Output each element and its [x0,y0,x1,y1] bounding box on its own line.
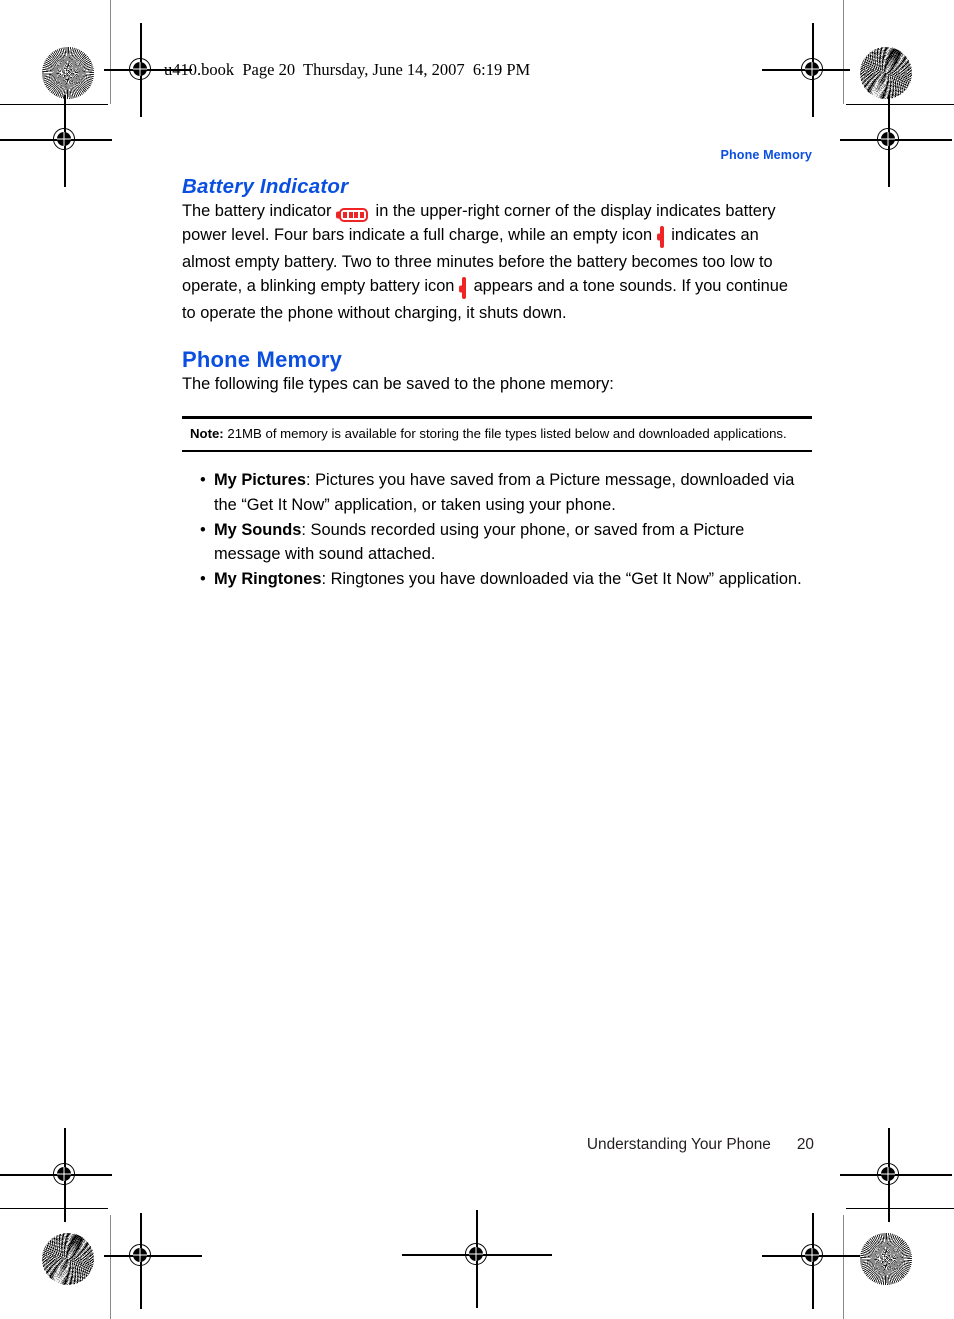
note-message: 21MB of memory is available for storing … [227,425,787,441]
battery-paragraph-part-1: The battery indicator [182,201,332,220]
trim-line-bottom-left-horizontal [0,1208,108,1210]
registration-target-right-upper [840,95,952,187]
registration-target-left-upper [0,95,112,187]
trim-line-top-left-vertical [110,0,112,104]
note-rule-bottom [182,449,812,453]
heading-phone-memory: Phone Memory [182,346,343,372]
page-content: Battery Indicator The battery indicator … [182,175,814,592]
registration-target-right-lower [840,1128,952,1222]
list-item-term: My Pictures [214,471,307,490]
list-item: • My Pictures: Pictures you have saved fr… [200,468,814,517]
trim-line-top-left-horizontal [0,104,108,106]
file-types-list: • My Pictures: Pictures you have saved fr… [182,468,814,591]
battery-full-icon [335,207,368,222]
note-box: Note: 21MB of memory is available for st… [182,416,812,453]
file-stamp: u410.book Page 20 Thursday, June 14, 200… [164,60,531,79]
paragraph-battery-indicator: The battery indicator in the upper-right… [182,199,792,326]
list-item-separator: : [301,520,311,539]
list-item-separator: : [306,471,316,490]
list-item-separator: : [321,569,331,588]
list-item-description: Ringtones you have downloaded via the “G… [330,569,802,588]
bullet-glyph: • [200,520,206,539]
registration-target-bottom-center [402,1210,552,1308]
registration-target-bottom-left-inner [104,1213,202,1309]
screen-angle-burst-mark-top-left [42,47,94,99]
footer-chapter-title: Understanding Your Phone [586,1136,771,1153]
screen-angle-burst-mark-bottom-right [860,1233,912,1285]
battery-empty-blinking-icon [459,276,466,301]
list-item-term: My Sounds [214,520,302,539]
trim-line-top-right-horizontal [846,104,954,106]
trim-line-bottom-left-vertical [110,1215,112,1319]
footer-page-number: 20 [796,1136,814,1153]
heading-battery-indicator: Battery Indicator [182,175,349,198]
registration-target-left-lower [0,1128,112,1222]
bullet-glyph: • [200,569,206,588]
note-label: Note: [190,425,224,441]
battery-empty-icon [656,225,664,250]
page-footer: Understanding Your Phone 20 [0,1136,954,1154]
paragraph-file-types-intro: The following file types can be saved to… [182,374,614,393]
trim-line-bottom-right-vertical [842,1215,844,1319]
list-item: • My Sounds: Sounds recorded using your p… [200,518,814,567]
running-header: Phone Memory [720,148,812,162]
moire-burst-mark-top-right [860,47,912,99]
registration-target-bottom-right-inner [762,1213,860,1309]
trim-line-bottom-right-horizontal [846,1208,954,1210]
trim-line-top-right-vertical [842,0,844,104]
note-text: Note: 21MB of memory is available for st… [182,419,812,450]
registration-target-top-right-inner [762,23,850,117]
list-item-term: My Ringtones [214,569,322,588]
section-phone-memory: Phone Memory The following file types ca… [182,346,814,592]
registration-target-top-left-inner [104,23,192,117]
bullet-glyph: • [200,471,206,490]
moire-burst-mark-bottom-left [42,1233,94,1285]
list-item: • My Ringtones: Ringtones you have downlo… [200,567,814,592]
